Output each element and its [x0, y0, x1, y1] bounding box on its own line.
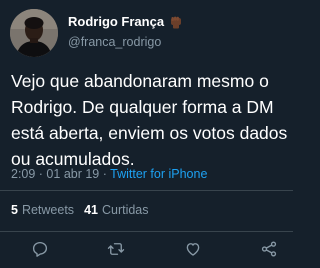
author-display-name[interactable]: Rodrigo França: [68, 14, 164, 29]
avatar-photo: [10, 9, 58, 57]
tweet-stats: 5 Retweets 41 Curtidas: [11, 203, 149, 217]
tweet-actions: [0, 236, 293, 264]
tweet-source-link[interactable]: Twitter for iPhone: [110, 167, 207, 181]
tweet-meta: 2:09 · 01 abr 19 · Twitter for iPhone: [11, 167, 207, 181]
author-name-row: Rodrigo França: [68, 14, 183, 29]
author-handle[interactable]: @franca_rodrigo: [68, 35, 161, 49]
retweets-count: 5: [11, 203, 18, 217]
likes-count: 41: [84, 203, 98, 217]
tweet-text: Vejo que abandonaram mesmo o Rodrigo. De…: [11, 71, 288, 169]
reply-button[interactable]: [29, 238, 51, 260]
avatar[interactable]: [10, 9, 58, 57]
share-icon: [261, 241, 277, 257]
divider: [0, 190, 293, 191]
divider: [0, 231, 293, 232]
retweet-button[interactable]: [105, 238, 127, 260]
retweets-label: Retweets: [21, 203, 75, 217]
likes-stat[interactable]: 41 Curtidas: [84, 203, 148, 217]
tweet-timestamp: 2:09 · 01 abr 19 ·: [11, 167, 111, 181]
heart-icon: [186, 243, 200, 256]
share-button[interactable]: [258, 238, 280, 260]
tweet-card: Rodrigo França @franca_rodrigo Vejo que …: [0, 0, 293, 268]
retweets-stat[interactable]: 5 Retweets: [11, 203, 74, 217]
like-button[interactable]: [182, 238, 204, 260]
raised-fist-icon: [171, 16, 182, 28]
retweet-icon: [107, 243, 125, 255]
likes-label: Curtidas: [101, 203, 149, 217]
reply-icon: [32, 241, 48, 257]
